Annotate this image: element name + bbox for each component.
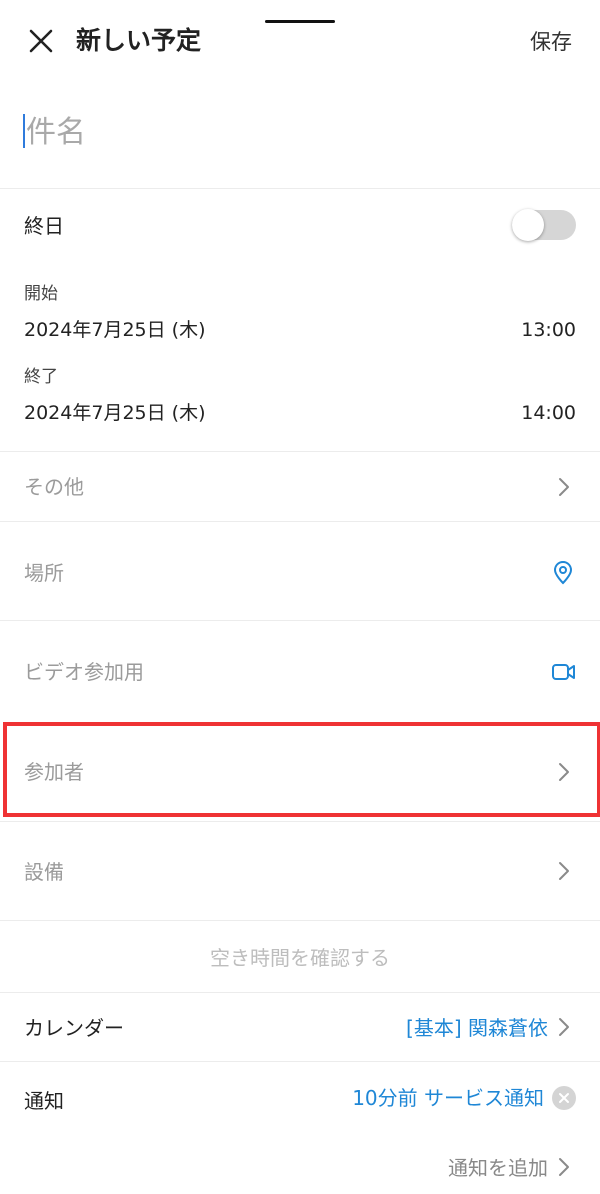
calendar-label: カレンダー bbox=[24, 1016, 124, 1040]
highlight-box bbox=[3, 722, 600, 817]
chevron-right-icon bbox=[559, 478, 569, 496]
text-caret bbox=[23, 114, 25, 148]
other-row[interactable]: その他 bbox=[0, 452, 600, 520]
notification-label: 通知 bbox=[24, 1089, 64, 1113]
location-row[interactable]: 場所 bbox=[0, 522, 600, 620]
video-camera-icon[interactable] bbox=[551, 661, 577, 683]
calendar-row[interactable]: カレンダー [基本] 関森蒼依 bbox=[0, 993, 600, 1061]
start-label: 開始 bbox=[24, 284, 58, 304]
page-title: 新しい予定 bbox=[76, 26, 202, 55]
notification-value: 10分前 サービス通知 bbox=[352, 1086, 544, 1110]
check-availability-button[interactable]: 空き時間を確認する bbox=[0, 944, 600, 972]
add-notification-button[interactable]: 通知を追加 bbox=[400, 1143, 600, 1189]
all-day-toggle[interactable] bbox=[512, 209, 576, 241]
start-date[interactable]: 2024年7月25日 (木) bbox=[24, 317, 205, 343]
end-label: 終了 bbox=[24, 367, 58, 387]
equipment-label: 設備 bbox=[24, 860, 64, 884]
chevron-right-icon bbox=[559, 1158, 569, 1176]
add-notification-label: 通知を追加 bbox=[448, 1156, 548, 1180]
divider bbox=[0, 188, 600, 189]
video-row[interactable]: ビデオ参加用 bbox=[0, 621, 600, 719]
end-time[interactable]: 14:00 bbox=[521, 400, 576, 426]
location-label: 場所 bbox=[24, 561, 64, 585]
other-label: その他 bbox=[24, 475, 84, 499]
toggle-knob bbox=[512, 209, 544, 241]
start-time[interactable]: 13:00 bbox=[521, 317, 576, 343]
end-date[interactable]: 2024年7月25日 (木) bbox=[24, 400, 205, 426]
all-day-label: 終日 bbox=[24, 214, 64, 238]
close-button[interactable] bbox=[22, 22, 60, 60]
chevron-right-icon bbox=[559, 862, 569, 880]
sheet-drag-handle[interactable] bbox=[265, 20, 335, 23]
clear-icon bbox=[559, 1093, 569, 1103]
notification-row[interactable]: 通知 10分前 サービス通知 bbox=[0, 1062, 600, 1134]
calendar-value: [基本] 関森蒼依 bbox=[406, 1016, 548, 1040]
video-label: ビデオ参加用 bbox=[24, 660, 144, 684]
divider bbox=[0, 920, 600, 921]
close-icon bbox=[29, 29, 53, 53]
chevron-right-icon bbox=[559, 1018, 569, 1036]
clear-notification-button[interactable] bbox=[552, 1086, 576, 1110]
location-pin-icon[interactable] bbox=[552, 560, 574, 586]
equipment-row[interactable]: 設備 bbox=[0, 822, 600, 920]
event-title-input[interactable] bbox=[22, 106, 566, 158]
save-button[interactable]: 保存 bbox=[530, 28, 572, 56]
